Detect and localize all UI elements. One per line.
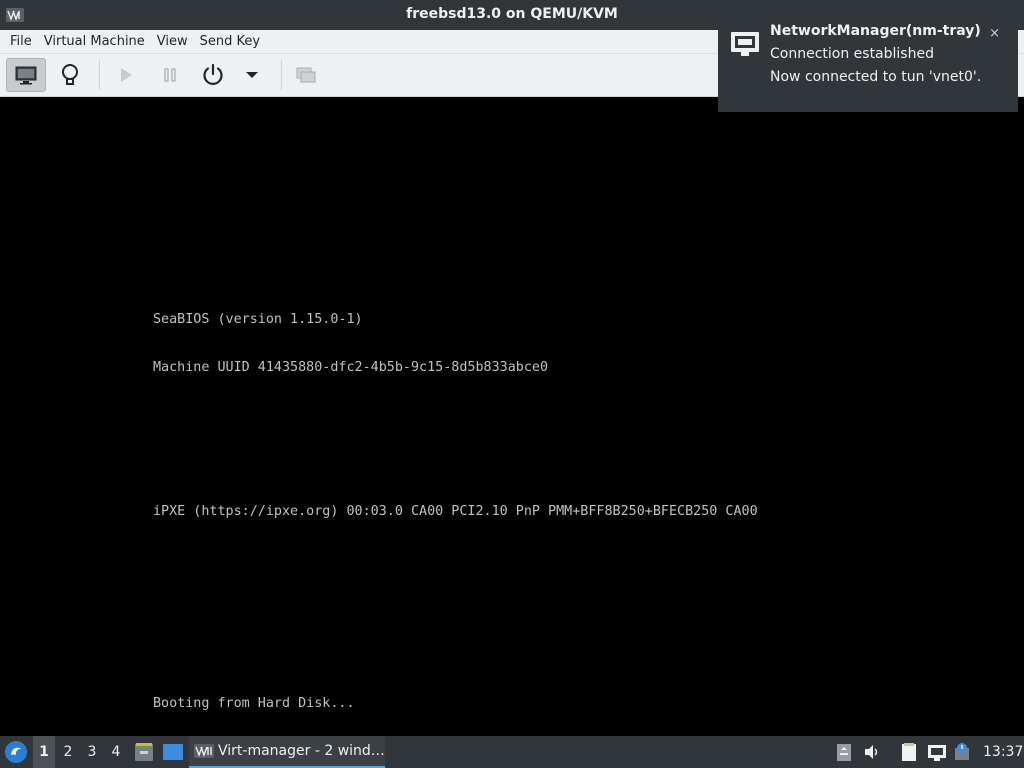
start-menu-icon[interactable] (4, 740, 28, 764)
console-output: SeaBIOS (version 1.15.0-1) Machine UUID … (153, 280, 758, 768)
notification-popup[interactable]: NetworkManager(nm-tray) Connection estab… (718, 6, 1018, 112)
vm-console-display[interactable]: SeaBIOS (version 1.15.0-1) Machine UUID … (2, 97, 1022, 759)
menu-file[interactable]: File (4, 34, 38, 49)
pause-button[interactable] (150, 58, 190, 92)
console-line: Booting from Hard Disk... (153, 696, 355, 711)
desktop-1-button[interactable]: 1 (33, 736, 55, 768)
clipboard-icon[interactable] (834, 742, 854, 762)
notification-title: NetworkManager(nm-tray) (770, 23, 981, 39)
desktop-2-button[interactable]: 2 (57, 736, 79, 768)
show-details-button[interactable] (50, 58, 90, 92)
virt-manager-icon (194, 744, 214, 758)
taskbar-clock[interactable]: 13:37 (983, 744, 1023, 760)
shutdown-button[interactable] (193, 58, 233, 92)
dropdown-arrow-icon (246, 72, 258, 78)
console-line: SeaBIOS (version 1.15.0-1) (153, 312, 363, 327)
volume-icon[interactable] (862, 742, 882, 762)
network-icon[interactable] (927, 742, 947, 762)
file-manager-icon[interactable] (133, 741, 155, 763)
run-button[interactable] (106, 58, 146, 92)
fullscreen-icon (296, 67, 316, 83)
notification-detail: Now connected to tun 'vnet0'. (770, 69, 982, 85)
desktop-3-button[interactable]: 3 (81, 736, 103, 768)
notification-close-button[interactable]: × (989, 26, 1000, 41)
menu-view[interactable]: View (151, 34, 194, 49)
notification-message: Connection established (770, 46, 934, 62)
fullscreen-button[interactable] (286, 58, 326, 92)
lightbulb-icon (62, 64, 78, 85)
network-wired-icon (731, 32, 759, 56)
taskbar-task-virt-manager[interactable]: Virt-manager - 2 wind… (189, 736, 385, 768)
menu-send-key[interactable]: Send Key (194, 34, 266, 49)
play-icon (121, 68, 132, 82)
console-line: Machine UUID 41435880-dfc2-4b5b-9c15-8d5… (153, 360, 549, 375)
power-icon (203, 63, 223, 85)
taskbar: 1 2 3 4 Virt-manager - 2 wind… 13:37 (0, 736, 1024, 768)
show-console-button[interactable] (6, 58, 46, 92)
toolbar-separator (99, 60, 100, 90)
shutdown-menu-button[interactable] (232, 58, 272, 92)
update-icon[interactable] (952, 742, 972, 762)
console-line: iPXE (https://ipxe.org) 00:03.0 CA00 PCI… (153, 504, 758, 519)
show-desktop-icon[interactable] (162, 741, 184, 763)
menu-virtual-machine[interactable]: Virtual Machine (38, 34, 151, 49)
pause-icon (164, 68, 176, 82)
toolbar-separator (281, 60, 282, 90)
taskbar-task-label: Virt-manager - 2 wind… (218, 743, 385, 759)
notes-icon[interactable] (899, 742, 919, 762)
monitor-icon (15, 66, 37, 85)
desktop-4-button[interactable]: 4 (105, 736, 127, 768)
